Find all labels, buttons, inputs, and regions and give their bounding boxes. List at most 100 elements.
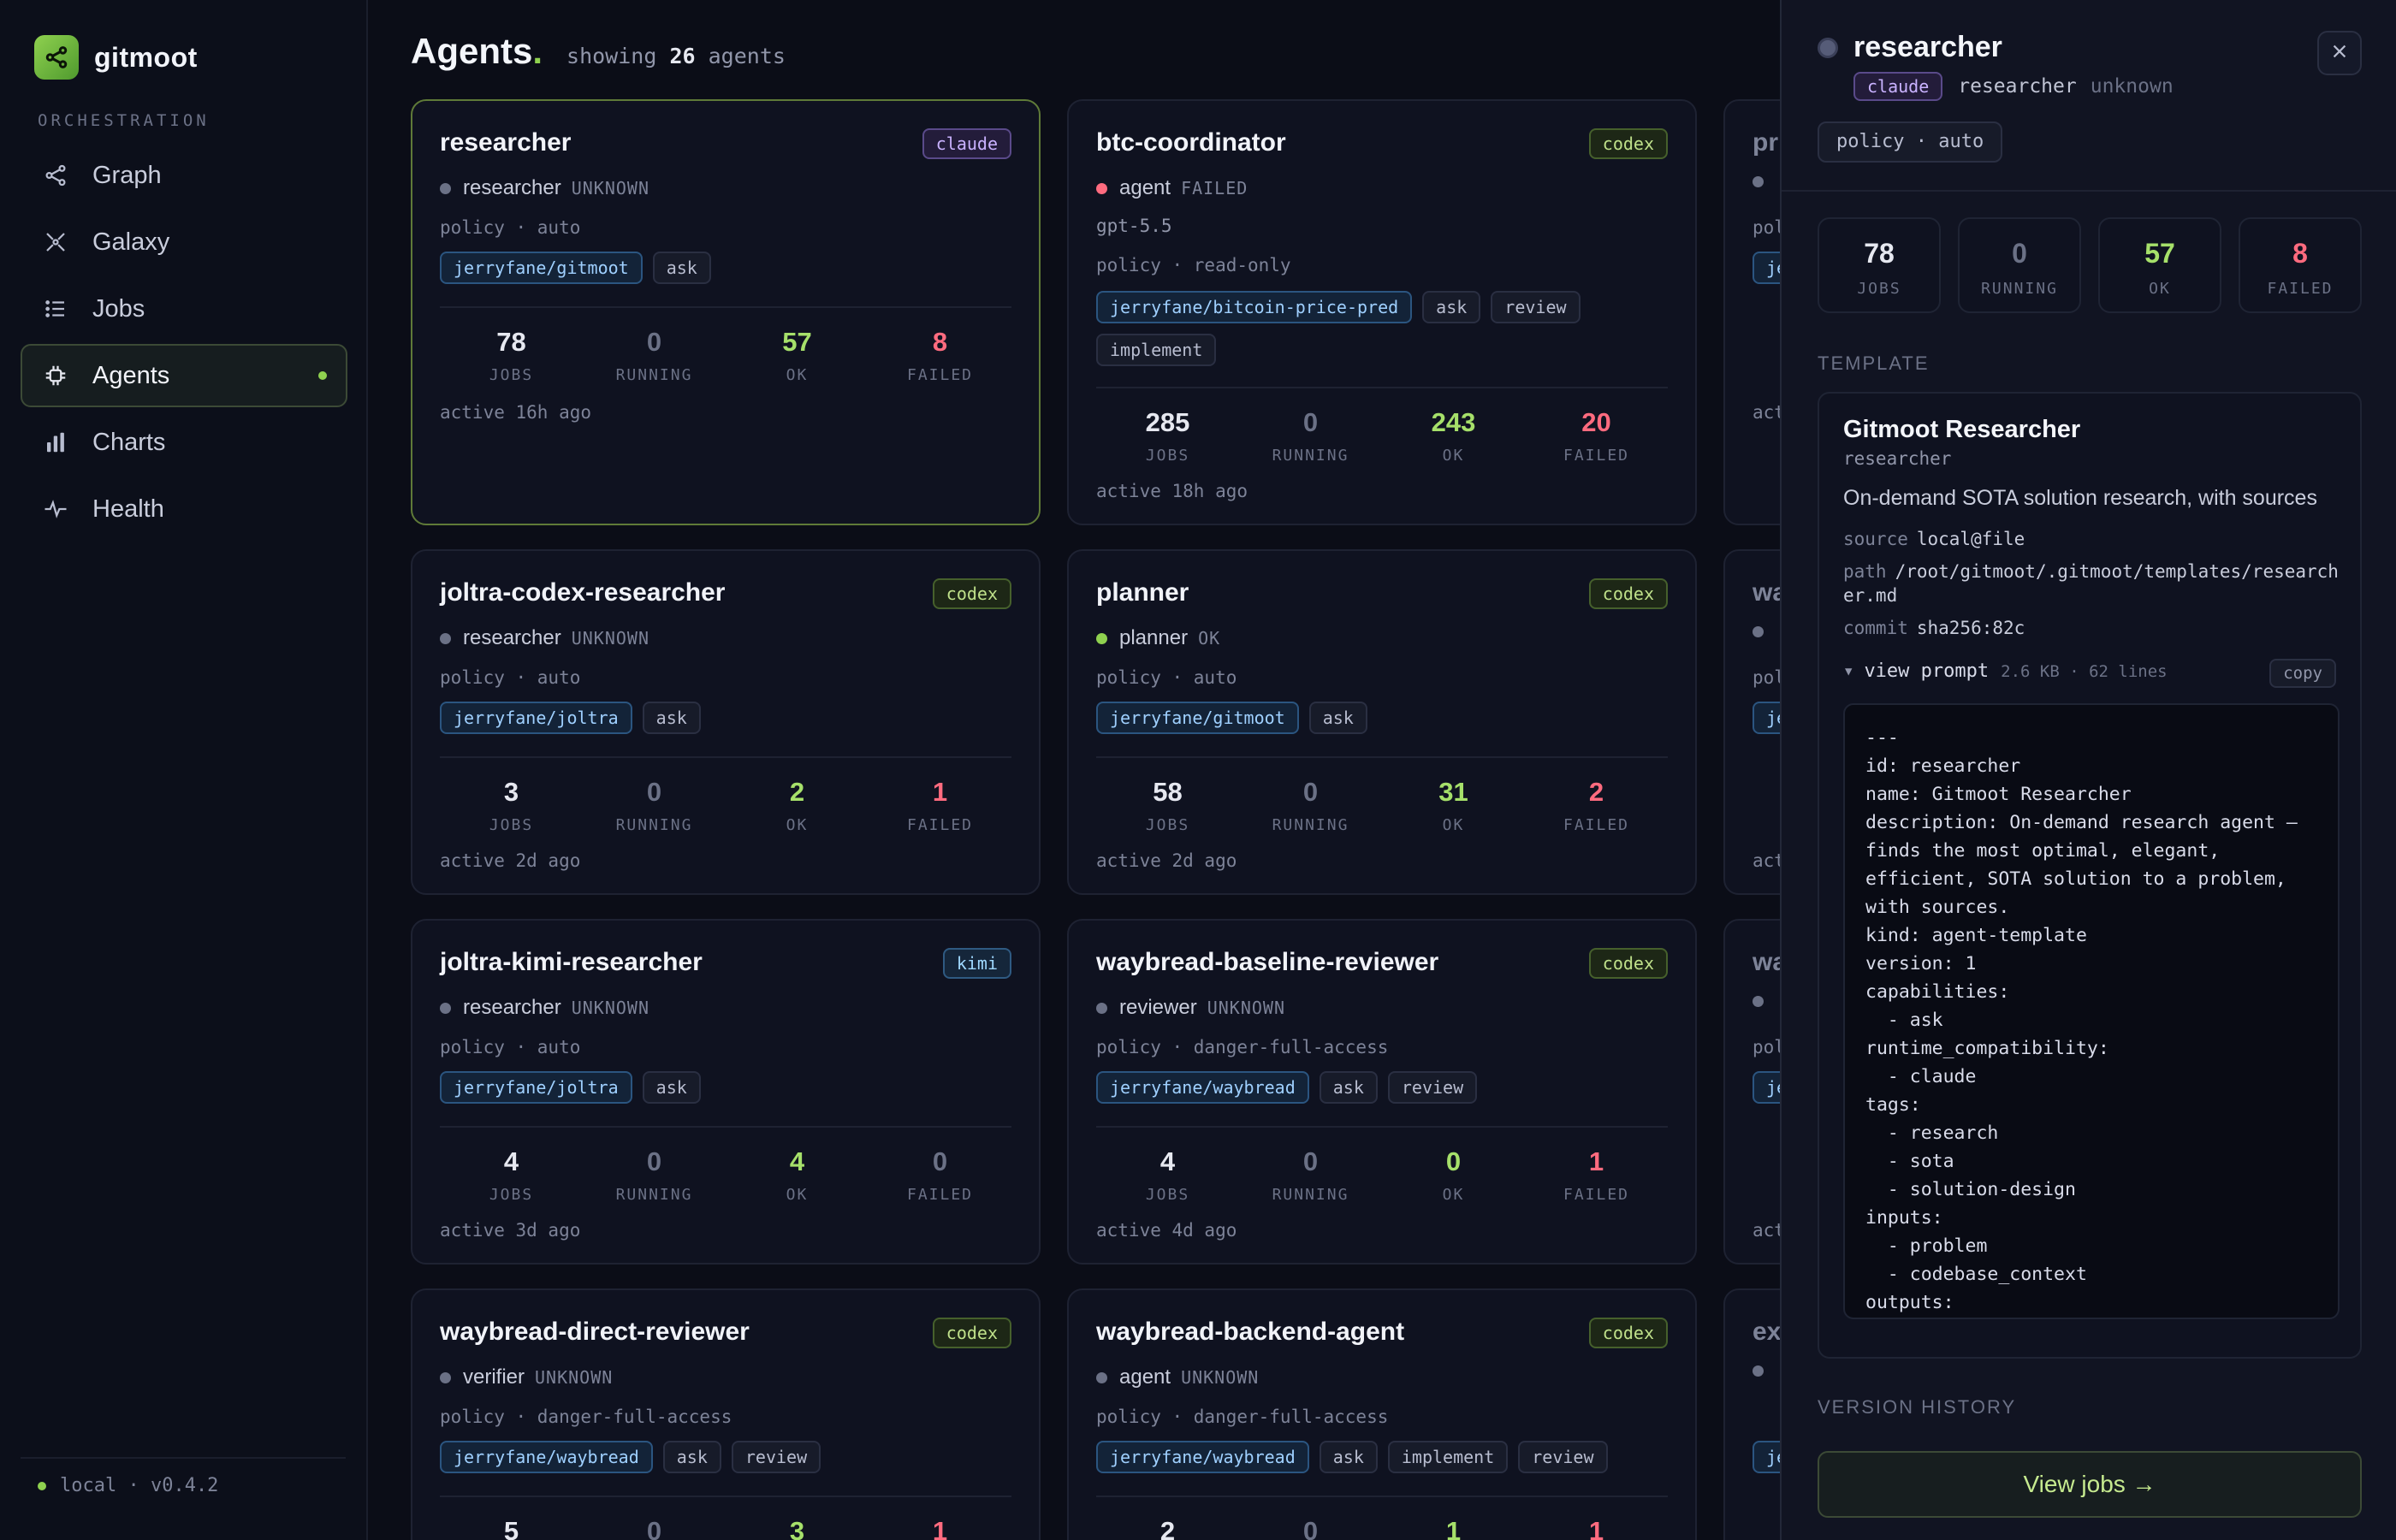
stat-running: 0 <box>1302 1146 1319 1176</box>
card-divider <box>440 1126 1011 1128</box>
view-prompt-toggle[interactable]: ▼ view prompt 2.6 KB · 62 lines <box>1845 660 2168 682</box>
close-icon <box>2330 42 2349 65</box>
agent-card-btc-coordinator[interactable]: btc-coordinator codex agent FAILED gpt-5.… <box>1067 99 1697 525</box>
stat-label: RUNNING <box>615 816 693 834</box>
stat-label: JOBS <box>1145 816 1190 834</box>
status-dot <box>440 1371 451 1383</box>
template-id: researcher <box>1843 448 1952 469</box>
repo-tag[interactable]: jerryfane/waybread <box>1096 1441 1309 1473</box>
panel-title: researcher <box>1853 31 2002 63</box>
agent-stats: 58 JOBS 0 RUNNING 31 OK 2 FAILED <box>1096 777 1668 834</box>
pulse-icon <box>43 496 68 522</box>
agent-policy: policy · danger-full-access <box>440 1407 732 1427</box>
stat-jobs: 78 <box>496 327 526 357</box>
agent-role: agent UNKNOWN <box>1096 1365 1259 1389</box>
repo-tag[interactable]: jerryfane/joltra <box>440 1071 632 1104</box>
stat-jobs: 4 <box>503 1146 519 1176</box>
share-icon <box>43 163 68 188</box>
stat-failed: 1 <box>932 777 948 807</box>
stat-label: FAILED <box>1563 447 1630 465</box>
sidebar-item-label: Agents <box>92 361 170 389</box>
nav-section-label: ORCHESTRATION <box>38 111 210 130</box>
agent-name: pr <box>1753 128 1778 157</box>
stat-label: JOBS <box>1145 447 1190 465</box>
repo-tag[interactable]: jerryfane/bitcoin-price-pred <box>1096 291 1413 323</box>
copy-button[interactable]: copy <box>2269 659 2336 688</box>
template-description: On-demand SOTA solution research, with s… <box>1843 486 2317 510</box>
status-dot <box>440 632 451 644</box>
stat-label: RUNNING <box>1272 447 1349 465</box>
last-active: active 2d ago <box>440 850 581 871</box>
stat-label: OK <box>786 1186 809 1204</box>
agent-stats: 4 JOBS 0 RUNNING 0 OK 1 FAILED <box>1096 1146 1668 1204</box>
agent-stats: 285 JOBS 0 RUNNING 243 OK 20 FAILED <box>1096 407 1668 465</box>
status-dot <box>1818 38 1838 58</box>
agent-stats: 2 0 1 1 <box>1096 1516 1668 1540</box>
capability-tag: review <box>731 1441 821 1473</box>
stat-running: 0 <box>1302 407 1319 437</box>
app-name: gitmoot <box>94 41 198 73</box>
prompt-viewer[interactable]: --- id: researcher name: Gitmoot Researc… <box>1843 703 2340 1319</box>
capability-tag: ask <box>1308 702 1367 734</box>
stat-label: FAILED <box>906 1186 974 1204</box>
runtime-badge: codex <box>1588 948 1668 979</box>
active-indicator <box>318 371 327 380</box>
repo-tag[interactable]: jerryfane/gitmoot <box>1096 702 1299 734</box>
panel-subtitle: claude researcher unknown <box>1853 72 2174 101</box>
stat-failed: 20 <box>1581 407 1611 437</box>
agent-policy: policy · auto <box>440 1037 581 1057</box>
stat-ok: 57 <box>782 327 812 357</box>
agent-role <box>1753 996 1776 1007</box>
capability-tag: review <box>1518 1441 1608 1473</box>
status-dot <box>1753 626 1764 637</box>
runtime-badge: codex <box>1588 128 1668 159</box>
stat-label: FAILED <box>1563 1186 1630 1204</box>
agent-role: planner OK <box>1096 626 1220 650</box>
agent-tags: jerryfane/waybread ask review <box>1096 1071 1668 1104</box>
agent-tags: jerryfane/bitcoin-price-pred ask review … <box>1096 291 1668 366</box>
status-dot <box>1096 632 1107 644</box>
stat-label: OK <box>786 816 809 834</box>
runtime-badge: claude <box>922 128 1011 159</box>
agent-status: unknown <box>2090 75 2174 98</box>
prompt-text: --- id: researcher name: Gitmoot Researc… <box>1865 727 2298 1313</box>
agent-card-waybread-direct-reviewer[interactable]: waybread-direct-reviewer codex verifier U… <box>411 1288 1041 1540</box>
last-active: active 18h ago <box>1096 481 1248 501</box>
repo-tag[interactable]: jerryfane/waybread <box>1096 1071 1309 1104</box>
agent-name: researcher <box>440 128 572 157</box>
stat-ok: 4 <box>789 1146 805 1176</box>
repo-tag[interactable]: jerryfane/joltra <box>440 702 632 734</box>
agent-card-joltra-kimi-researcher[interactable]: joltra-kimi-researcher kimi researcher UN… <box>411 919 1041 1265</box>
stat-running: 0 <box>646 1146 662 1176</box>
sidebar-item-jobs[interactable]: Jobs <box>21 277 347 341</box>
agent-card-waybread-backend-agent[interactable]: waybread-backend-agent codex agent UNKNOW… <box>1067 1288 1697 1540</box>
agent-card-waybread-baseline-reviewer[interactable]: waybread-baseline-reviewer codex reviewe… <box>1067 919 1697 1265</box>
agent-tags: jerryfane/joltra ask <box>440 702 1011 734</box>
sidebar-item-label: Health <box>92 495 164 523</box>
status-dot <box>1753 1365 1764 1377</box>
sidebar-item-label: Galaxy <box>92 228 170 256</box>
sidebar-item-agents[interactable]: Agents <box>21 344 347 407</box>
runtime-badge: claude <box>1853 72 1943 101</box>
view-jobs-button[interactable]: View jobs → <box>1818 1451 2362 1518</box>
caret-down-icon: ▼ <box>1845 664 1853 678</box>
sidebar-item-health[interactable]: Health <box>21 477 347 541</box>
repo-tag[interactable]: jerryfane/gitmoot <box>440 252 643 284</box>
stat-label: OK <box>1442 447 1465 465</box>
brand[interactable]: gitmoot <box>34 34 198 80</box>
stat-failed: 8 <box>932 327 948 357</box>
sidebar-item-galaxy[interactable]: Galaxy <box>21 210 347 274</box>
close-button[interactable] <box>2317 31 2362 75</box>
runtime-badge: codex <box>1588 1318 1668 1348</box>
agent-tags: jerryfane/gitmoot ask <box>1096 702 1668 734</box>
agent-role: researcher UNKNOWN <box>440 626 649 650</box>
agent-card-planner[interactable]: planner codex planner OK policy · auto je… <box>1067 549 1697 895</box>
agent-card-researcher[interactable]: researcher claude researcher UNKNOWN poli… <box>411 99 1041 525</box>
agent-policy: policy · danger-full-access <box>1096 1037 1389 1057</box>
agent-card-joltra-codex-researcher[interactable]: joltra-codex-researcher codex researcher… <box>411 549 1041 895</box>
stat-failed: 0 <box>932 1146 948 1176</box>
agent-name: waybread-baseline-reviewer <box>1096 948 1439 976</box>
sidebar-item-charts[interactable]: Charts <box>21 411 347 474</box>
sidebar-item-graph[interactable]: Graph <box>21 144 347 207</box>
repo-tag[interactable]: jerryfane/waybread <box>440 1441 653 1473</box>
